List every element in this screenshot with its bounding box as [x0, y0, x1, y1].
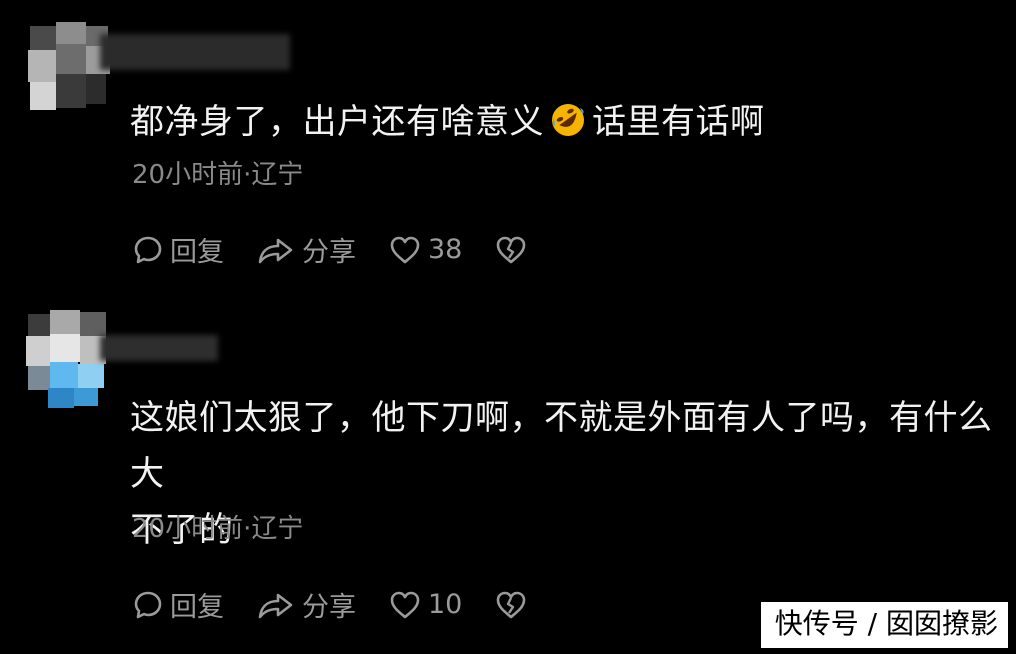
comment-meta: 20小时前·辽宁	[132, 514, 304, 544]
like-count: 38	[428, 234, 463, 265]
heart-icon	[390, 236, 420, 263]
share-button[interactable]: 分享	[256, 230, 356, 269]
share-button[interactable]: 分享	[256, 585, 356, 624]
comment-text: 都净身了，出户还有啥意义 话里有话啊	[130, 94, 765, 150]
username-blurred	[100, 34, 290, 70]
watermark: 快传号 / 囡囡撩影	[760, 602, 1008, 648]
username-blurred	[100, 335, 218, 361]
comment-meta: 20小时前·辽宁	[132, 160, 304, 190]
comment-actions: 回复 分享 38	[132, 230, 560, 269]
comment-bubble-icon	[134, 236, 162, 263]
like-button[interactable]: 38	[388, 234, 462, 266]
like-button[interactable]: 10	[388, 589, 462, 621]
rofl-emoji-icon	[552, 104, 584, 136]
comment-list: 都净身了，出户还有啥意义 话里有话啊 20小时前·辽宁 回复 分享 38 这娘们…	[0, 0, 1016, 654]
comment-actions: 回复 分享 10	[132, 585, 560, 624]
heart-icon	[390, 591, 420, 618]
reply-label: 回复	[170, 592, 224, 623]
comment-bubble-icon	[134, 591, 162, 618]
like-count: 10	[428, 589, 463, 620]
reply-button[interactable]: 回复	[132, 585, 224, 624]
dislike-button[interactable]	[494, 589, 528, 621]
comment-text-line: 这娘们太狠了，他下刀啊，不就是外面有人了吗，有什么大	[130, 398, 993, 494]
share-arrow-icon	[258, 593, 293, 618]
share-arrow-icon	[258, 238, 293, 263]
dislike-button[interactable]	[494, 234, 528, 266]
broken-heart-icon	[497, 236, 526, 263]
share-label: 分享	[302, 237, 356, 268]
reply-label: 回复	[170, 237, 224, 268]
share-label: 分享	[302, 592, 356, 623]
comment-text-part: 话里有话啊	[592, 102, 765, 142]
broken-heart-icon	[497, 591, 526, 618]
comment-text-part: 都净身了，出户还有啥意义	[130, 102, 544, 142]
reply-button[interactable]: 回复	[132, 230, 224, 269]
